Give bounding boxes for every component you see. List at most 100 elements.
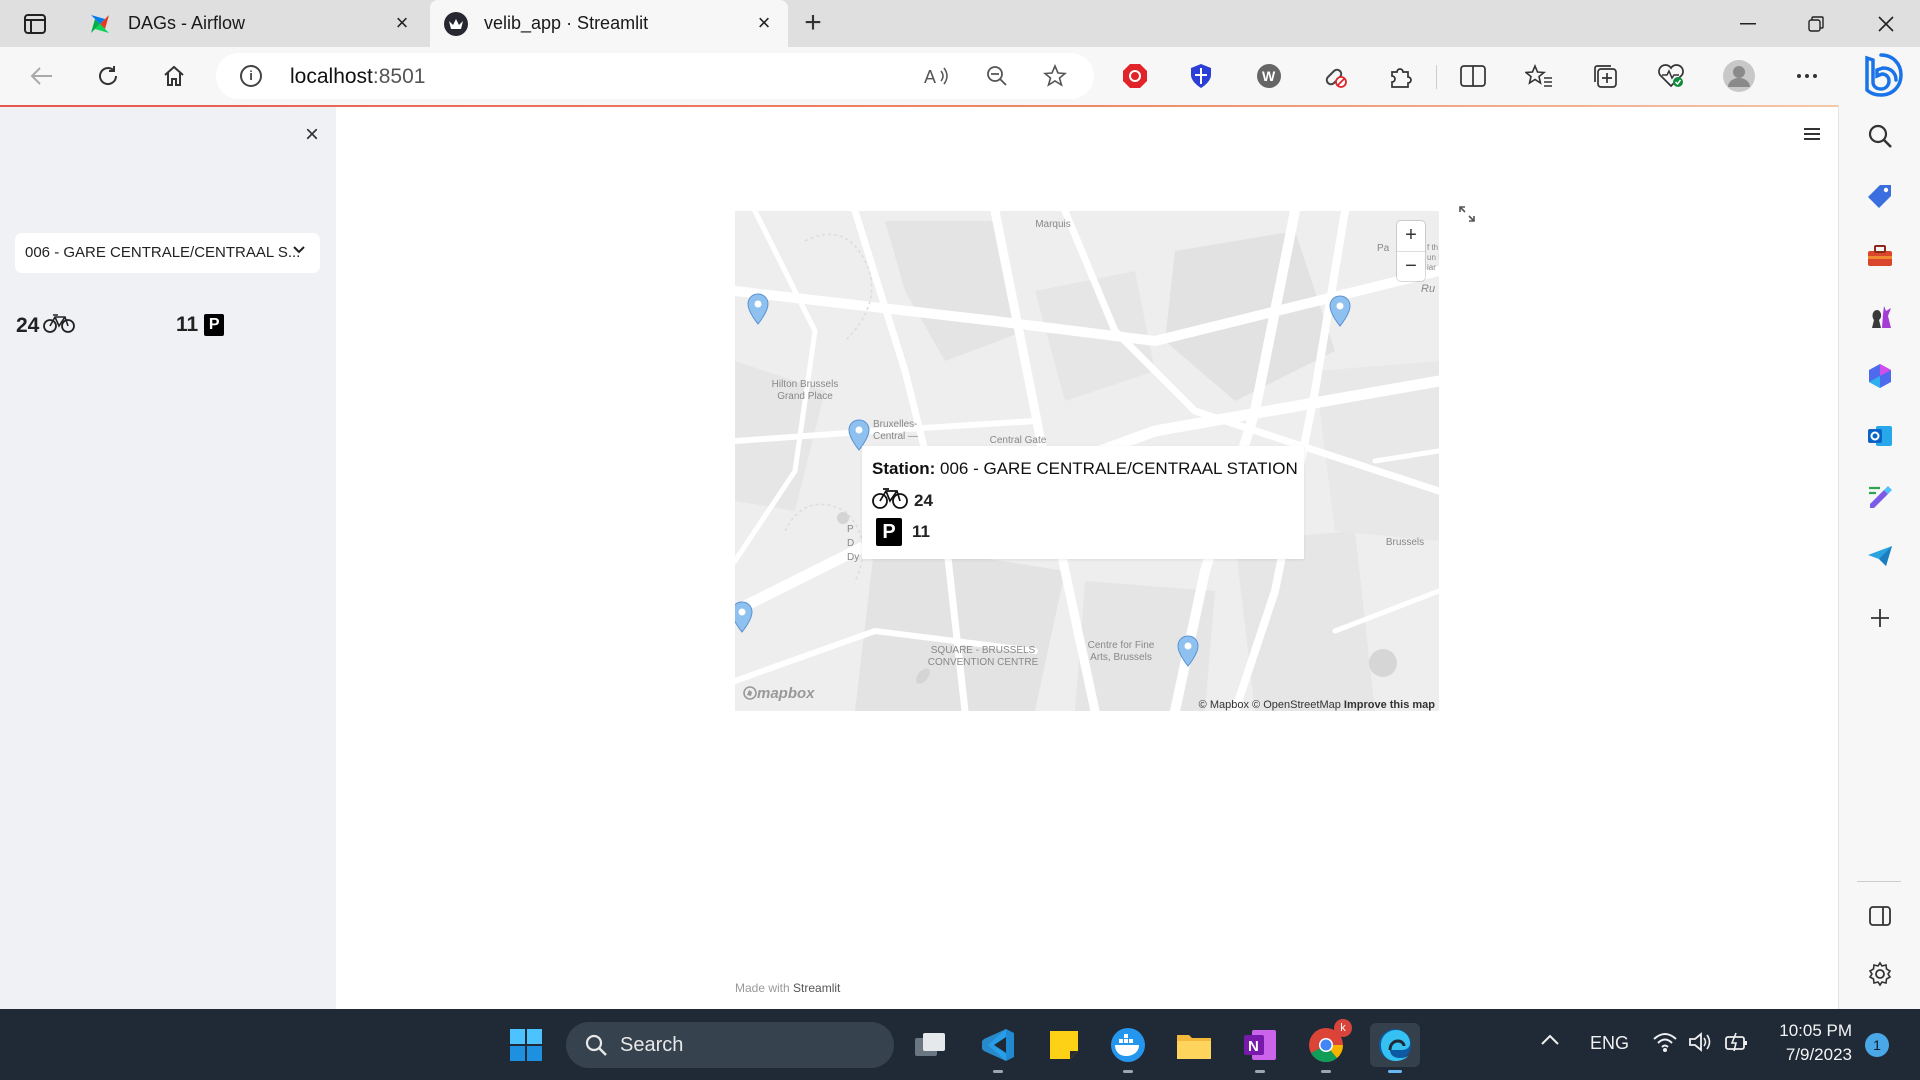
fullscreen-icon[interactable] — [1458, 205, 1478, 225]
w-extension-icon[interactable]: W — [1252, 59, 1286, 93]
zoom-out-icon[interactable] — [982, 63, 1012, 89]
tooltip-bikes-row: 24 — [872, 486, 933, 515]
shopping-tag-icon[interactable] — [1863, 179, 1897, 213]
sticky-notes-icon[interactable] — [1042, 1023, 1086, 1067]
designer-icon[interactable] — [1863, 479, 1897, 513]
station-marker[interactable] — [1177, 635, 1199, 667]
running-indicator — [1123, 1070, 1133, 1073]
vscode-icon[interactable] — [976, 1023, 1020, 1073]
favorite-star-icon[interactable] — [1040, 63, 1070, 89]
bing-copilot-icon[interactable] — [1858, 52, 1904, 98]
map-label-bruxelles-central: Bruxelles-Central — — [873, 419, 919, 442]
toolbar-divider — [1436, 65, 1437, 89]
close-tab-icon[interactable]: × — [392, 12, 412, 34]
wifi-icon[interactable] — [1652, 1031, 1678, 1058]
parking-icon: P — [876, 518, 902, 546]
attribution-mapbox-link[interactable]: © Mapbox — [1199, 699, 1249, 711]
collections-icon[interactable] — [1588, 59, 1622, 93]
shield-extension-icon[interactable] — [1184, 59, 1218, 93]
onenote-icon[interactable]: N — [1238, 1023, 1282, 1073]
minimize-icon[interactable] — [1728, 10, 1768, 38]
tab-actions-icon[interactable] — [18, 10, 52, 38]
battery-icon[interactable] — [1724, 1031, 1750, 1058]
tooltip-station-line: Station: 006 - GARE CENTRALE/CENTRAAL ST… — [872, 459, 1298, 479]
hide-sidebar-icon[interactable] — [1863, 899, 1897, 933]
split-screen-icon[interactable] — [1456, 59, 1490, 93]
station-map[interactable]: Marquis Hilton Brussels Grand Place Brux… — [735, 211, 1439, 711]
extensions-puzzle-icon[interactable] — [1384, 59, 1418, 93]
streamlit-main: Marquis Hilton Brussels Grand Place Brux… — [336, 107, 1838, 1009]
svg-text:A: A — [924, 67, 936, 87]
tab-airflow[interactable]: DAGs - Airflow × — [70, 0, 426, 47]
tab-streamlit[interactable]: velib_app · Streamlit × — [430, 0, 788, 47]
search-icon[interactable] — [1863, 119, 1897, 153]
map-attribution: © Mapbox © OpenStreetMap Improve this ma… — [1199, 699, 1435, 711]
station-marker[interactable] — [735, 601, 753, 633]
restore-icon[interactable] — [1796, 10, 1836, 38]
favorites-icon[interactable] — [1522, 59, 1556, 93]
zoom-out-button[interactable]: − — [1397, 251, 1425, 281]
start-windows-icon[interactable] — [504, 1023, 548, 1067]
taskbar-time[interactable]: 10:05 PM — [1772, 1021, 1852, 1041]
edge-icon[interactable] — [1370, 1023, 1420, 1073]
zoom-in-button[interactable]: + — [1397, 221, 1425, 251]
footer-made-with: Made with — [735, 981, 790, 995]
map-label-ru: Ru — [1421, 283, 1436, 295]
show-hidden-icons-chevron-icon[interactable] — [1540, 1033, 1560, 1052]
notification-badge[interactable]: 1 — [1865, 1033, 1889, 1057]
more-options-icon[interactable] — [1790, 59, 1824, 93]
station-tooltip: Station: 006 - GARE CENTRALE/CENTRAAL ST… — [862, 446, 1304, 559]
task-view-icon[interactable] — [908, 1023, 952, 1067]
chrome-icon[interactable]: k — [1304, 1019, 1352, 1073]
running-indicator — [1255, 1070, 1265, 1073]
close-window-icon[interactable] — [1866, 10, 1906, 38]
profile-avatar[interactable] — [1722, 59, 1756, 93]
close-tab-icon[interactable]: × — [754, 12, 774, 34]
svg-text:N: N — [1248, 1038, 1259, 1055]
tab-title: DAGs - Airflow — [128, 13, 246, 33]
back-icon[interactable] — [24, 59, 60, 93]
station-marker[interactable] — [747, 293, 769, 325]
outlook-icon[interactable] — [1863, 419, 1897, 453]
docker-icon[interactable] — [1106, 1023, 1150, 1073]
taskbar-search[interactable]: Search — [566, 1022, 894, 1068]
improve-map-link[interactable]: Improve this map — [1344, 699, 1435, 711]
url-port: :8501 — [372, 65, 426, 88]
settings-gear-icon[interactable] — [1863, 957, 1897, 991]
url-text: localhost:8501 — [290, 65, 425, 89]
volume-icon[interactable] — [1688, 1031, 1712, 1058]
streamlit-link[interactable]: Streamlit — [793, 981, 840, 995]
adblock-icon[interactable] — [1118, 59, 1152, 93]
link-blocked-icon[interactable] — [1318, 59, 1352, 93]
active-indicator — [1388, 1070, 1402, 1073]
telegram-send-icon[interactable] — [1863, 539, 1897, 573]
tools-icon[interactable] — [1863, 239, 1897, 273]
streamlit-footer: Made with Streamlit — [735, 981, 840, 995]
windows-taskbar: Search N k ENG 10:05 PM 7/9/2023 1 — [0, 1009, 1920, 1080]
browser-essentials-icon[interactable] — [1654, 59, 1688, 93]
station-select-value: 006 - GARE CENTRALE/CENTRAAL S... — [25, 244, 301, 261]
tooltip-station-name: 006 - GARE CENTRALE/CENTRAAL STATION — [940, 459, 1298, 478]
refresh-icon[interactable] — [90, 59, 126, 93]
taskbar-date[interactable]: 7/9/2023 — [1772, 1045, 1852, 1065]
main-menu-icon[interactable] — [1804, 127, 1824, 143]
read-aloud-icon[interactable]: A — [922, 63, 952, 89]
station-select[interactable]: 006 - GARE CENTRALE/CENTRAAL S... — [15, 233, 320, 273]
search-icon — [584, 1033, 608, 1062]
chrome-profile-badge: k — [1334, 1019, 1352, 1037]
site-info-icon[interactable]: i — [240, 65, 262, 87]
map-zoom-control: + − — [1397, 221, 1425, 281]
file-explorer-icon[interactable] — [1172, 1023, 1216, 1067]
add-sidebar-app-icon[interactable] — [1863, 601, 1897, 635]
mapbox-logo[interactable]: mapbox — [743, 685, 815, 702]
input-language[interactable]: ENG — [1590, 1033, 1629, 1054]
new-tab-button[interactable]: + — [796, 8, 830, 38]
microsoft-365-icon[interactable] — [1863, 359, 1897, 393]
attribution-osm-link[interactable]: © OpenStreetMap — [1252, 699, 1341, 711]
station-marker[interactable] — [1329, 295, 1351, 327]
url-field[interactable]: i localhost:8501 A — [216, 53, 1094, 99]
games-icon[interactable] — [1863, 299, 1897, 333]
close-sidebar-icon[interactable]: × — [300, 123, 324, 147]
home-icon[interactable] — [156, 59, 192, 93]
taskbar-search-label: Search — [620, 1034, 684, 1056]
